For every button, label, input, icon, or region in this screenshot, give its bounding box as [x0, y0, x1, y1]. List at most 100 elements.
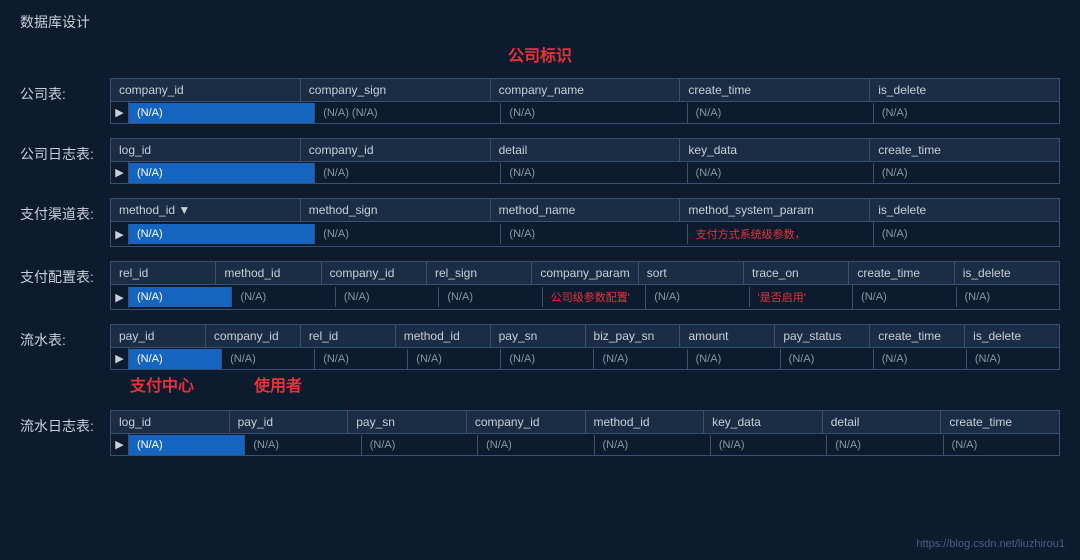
- col-header-5-4: method_id: [586, 411, 705, 433]
- row-arrow-4: ▶: [111, 348, 129, 369]
- cell-2-4: (N/A): [874, 224, 1059, 244]
- col-header-0-2: company_name: [491, 79, 681, 101]
- cell-5-7: (N/A): [944, 435, 1059, 455]
- cell-5-5: (N/A): [711, 435, 827, 455]
- col-header-4-7: pay_status: [775, 325, 870, 347]
- col-header-1-4: create_time: [870, 139, 1059, 161]
- col-header-1-2: detail: [491, 139, 681, 161]
- cell-5-4: (N/A): [595, 435, 711, 455]
- row-arrow-2: ▶: [111, 224, 129, 245]
- row-arrow-5: ▶: [111, 434, 129, 455]
- table-row-5: ▶(N/A)(N/A)(N/A)(N/A)(N/A)(N/A)(N/A)(N/A…: [111, 434, 1059, 455]
- cell-1-1: (N/A): [315, 163, 501, 183]
- col-header-2-2: method_name: [491, 199, 681, 221]
- col-header-5-6: detail: [823, 411, 942, 433]
- cell-0-3: (N/A): [688, 103, 874, 123]
- table-row-2: ▶(N/A)(N/A)(N/A)支付方式系统级参数，(N/A): [111, 222, 1059, 246]
- table-5: log_idpay_idpay_sncompany_idmethod_idkey…: [110, 410, 1060, 456]
- col-header-5-5: key_data: [704, 411, 823, 433]
- col-header-4-5: biz_pay_sn: [586, 325, 681, 347]
- cell-3-7: (N/A): [853, 287, 956, 307]
- cell-2-3: 支付方式系统级参数，: [688, 222, 874, 246]
- cell-4-8: (N/A): [874, 349, 967, 369]
- col-header-0-3: create_time: [680, 79, 870, 101]
- col-header-5-7: create_time: [941, 411, 1059, 433]
- sub-label-4-1: 使用者: [254, 372, 302, 396]
- cell-4-4: (N/A): [501, 349, 594, 369]
- sub-label-4-0: 支付中心: [130, 372, 194, 396]
- col-header-4-1: company_id: [206, 325, 301, 347]
- col-header-4-6: amount: [680, 325, 775, 347]
- cell-4-2: (N/A): [315, 349, 408, 369]
- col-header-4-8: create_time: [870, 325, 965, 347]
- col-header-0-1: company_sign: [301, 79, 491, 101]
- cell-2-0: (N/A): [129, 224, 315, 244]
- col-header-3-1: method_id: [216, 262, 321, 284]
- col-header-1-3: key_data: [680, 139, 870, 161]
- table-label-4: 流水表:: [20, 324, 110, 350]
- cell-4-3: (N/A): [408, 349, 501, 369]
- cell-0-2: (N/A): [501, 103, 687, 123]
- cell-0-0: (N/A): [129, 103, 315, 123]
- table-label-1: 公司日志表:: [20, 138, 110, 164]
- center-label: 公司标识: [508, 42, 572, 66]
- cell-5-3: (N/A): [478, 435, 594, 455]
- col-header-3-6: trace_on: [744, 262, 849, 284]
- col-header-3-8: is_delete: [955, 262, 1059, 284]
- cell-3-6: '是否启用': [750, 285, 853, 309]
- cell-3-1: (N/A): [232, 287, 335, 307]
- col-header-4-9: is_delete: [965, 325, 1059, 347]
- col-header-3-0: rel_id: [111, 262, 216, 284]
- table-section-1: 公司日志表:log_idcompany_iddetailkey_datacrea…: [20, 138, 1060, 184]
- cell-1-0: (N/A): [129, 163, 315, 183]
- col-header-3-3: rel_sign: [427, 262, 532, 284]
- col-header-2-4: is_delete: [870, 199, 1059, 221]
- col-header-4-2: rel_id: [301, 325, 396, 347]
- cell-1-2: (N/A): [501, 163, 687, 183]
- col-header-5-2: pay_sn: [348, 411, 467, 433]
- cell-4-0: (N/A): [129, 349, 222, 369]
- cell-5-1: (N/A): [245, 435, 361, 455]
- cell-5-2: (N/A): [362, 435, 478, 455]
- cell-3-3: (N/A): [439, 287, 542, 307]
- table-1: log_idcompany_iddetailkey_datacreate_tim…: [110, 138, 1060, 184]
- cell-3-0: (N/A): [129, 287, 232, 307]
- col-header-5-3: company_id: [467, 411, 586, 433]
- col-header-0-0: company_id: [111, 79, 301, 101]
- table-label-5: 流水日志表:: [20, 410, 110, 436]
- cell-5-6: (N/A): [827, 435, 943, 455]
- cell-4-9: (N/A): [967, 349, 1059, 369]
- table-row-0: ▶(N/A)(N/A) (N/A)(N/A)(N/A)(N/A): [111, 102, 1059, 123]
- row-arrow-1: ▶: [111, 162, 129, 183]
- col-header-2-0: method_id ▼: [111, 199, 301, 221]
- table-section-5: 流水日志表:log_idpay_idpay_sncompany_idmethod…: [20, 410, 1060, 456]
- table-3: rel_idmethod_idcompany_idrel_signcompany…: [110, 261, 1060, 310]
- col-header-3-2: company_id: [322, 262, 427, 284]
- col-header-5-0: log_id: [111, 411, 230, 433]
- col-header-3-7: create_time: [849, 262, 954, 284]
- table-section-0: 公司表:company_idcompany_signcompany_namecr…: [20, 78, 1060, 124]
- cell-1-3: (N/A): [688, 163, 874, 183]
- col-header-3-4: company_param: [532, 262, 638, 284]
- table-0: company_idcompany_signcompany_namecreate…: [110, 78, 1060, 124]
- cell-3-8: (N/A): [957, 287, 1059, 307]
- col-header-5-1: pay_id: [230, 411, 349, 433]
- cell-3-2: (N/A): [336, 287, 439, 307]
- row-arrow-3: ▶: [111, 287, 129, 308]
- cell-3-5: (N/A): [646, 287, 749, 307]
- table-section-4: 流水表:pay_idcompany_idrel_idmethod_idpay_s…: [20, 324, 1060, 396]
- col-header-1-0: log_id: [111, 139, 301, 161]
- cell-0-1: (N/A) (N/A): [315, 103, 501, 123]
- cell-5-0: (N/A): [129, 435, 245, 455]
- cell-3-4: 公司级参数配置': [543, 285, 646, 309]
- cell-2-2: (N/A): [501, 224, 687, 244]
- table-2: method_id ▼method_signmethod_namemethod_…: [110, 198, 1060, 247]
- col-header-1-1: company_id: [301, 139, 491, 161]
- row-arrow-0: ▶: [111, 102, 129, 123]
- table-row-3: ▶(N/A)(N/A)(N/A)(N/A)公司级参数配置'(N/A)'是否启用'…: [111, 285, 1059, 309]
- col-header-0-4: is_delete: [870, 79, 1059, 101]
- watermark: https://blog.csdn.net/liuzhirou1: [916, 538, 1065, 550]
- table-label-2: 支付渠道表:: [20, 198, 110, 224]
- cell-0-4: (N/A): [874, 103, 1059, 123]
- table-label-0: 公司表:: [20, 78, 110, 104]
